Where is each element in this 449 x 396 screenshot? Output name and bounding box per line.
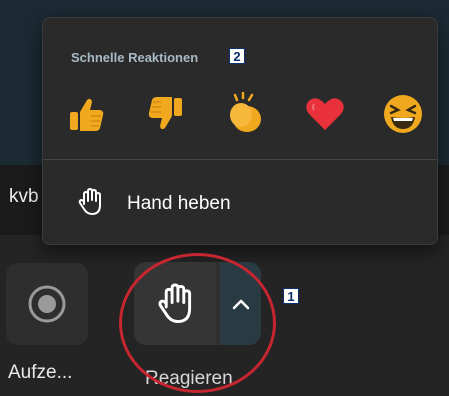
raised-hand-icon [158,283,192,323]
react-button-group [134,262,261,345]
heart-icon [306,98,344,130]
quick-reactions-popup: Schnelle Reaktionen 2 Hand heben [42,17,438,245]
react-options-toggle[interactable] [220,262,261,345]
laughing-face-icon [384,95,422,133]
chevron-up-icon [232,299,249,309]
participant-name-partial: kvb [9,186,39,207]
heart-reaction-button[interactable] [301,90,349,138]
raise-hand-label: Hand heben [127,193,231,214]
clapping-hands-reaction-button[interactable] [221,90,269,138]
clapping-hands-icon [230,92,261,132]
thumbs-down-reaction-button[interactable] [141,90,189,138]
react-button[interactable] [134,262,216,345]
raise-hand-button[interactable]: Hand heben [43,180,437,224]
popup-divider [43,159,437,160]
laughing-face-reaction-button[interactable] [379,90,427,138]
reaction-emoji-row [63,90,423,140]
annotation-badge-2: 2 [229,48,245,64]
thumbs-down-icon [148,97,182,130]
annotation-badge-1: 1 [283,288,299,304]
record-button-label: Aufze... [8,362,73,383]
record-button[interactable] [6,263,88,345]
react-button-label: Reagieren [145,368,233,389]
thumbs-up-reaction-button[interactable] [63,90,111,138]
record-icon [28,285,66,323]
raised-hand-icon [78,188,101,215]
quick-reactions-title: Schnelle Reaktionen [71,50,199,65]
thumbs-up-icon [70,98,104,131]
